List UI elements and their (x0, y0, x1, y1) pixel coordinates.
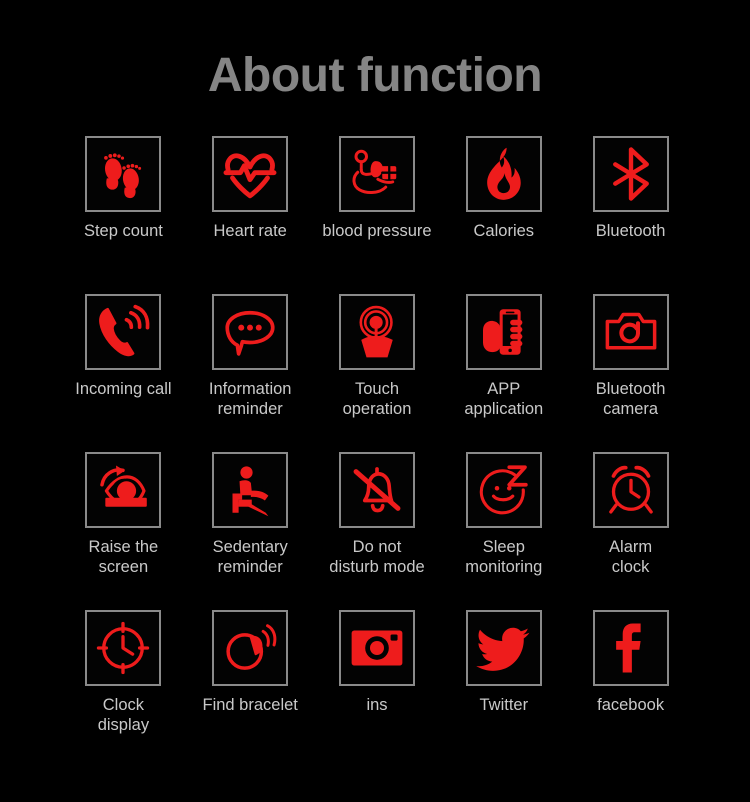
phone-ringing-icon (85, 294, 162, 370)
touch-hand-icon (338, 294, 415, 370)
hand-holding-phone-icon (465, 294, 542, 370)
instagram-icon (338, 610, 415, 686)
alarm-clock-icon (592, 452, 669, 528)
feature-label: Clock display (97, 696, 150, 735)
feature-item-bluetooth-camera[interactable]: Bluetooth camera (567, 294, 694, 446)
camera-icon (592, 294, 669, 370)
facebook-f-icon (592, 610, 669, 686)
bell-muted-icon (338, 452, 415, 528)
eye-rotate-icon (85, 452, 162, 528)
feature-item-calories[interactable]: Calories (440, 136, 567, 288)
feature-label: blood pressure (322, 222, 432, 240)
feature-label: Information reminder (208, 380, 292, 419)
feature-label: Bluetooth camera (595, 380, 666, 419)
feature-item-ins[interactable]: ins (314, 610, 441, 762)
feature-label: Sedentary reminder (212, 538, 288, 577)
feature-item-bluetooth[interactable]: Bluetooth (567, 136, 694, 288)
feature-label: Heart rate (213, 222, 287, 240)
flame-icon (465, 136, 542, 212)
feature-item-information-reminder[interactable]: Information reminder (187, 294, 314, 446)
feature-label: Incoming call (75, 380, 172, 398)
heart-pulse-icon (212, 136, 289, 212)
feature-label: Calories (473, 222, 535, 240)
feature-item-blood-pressure[interactable]: blood pressure (314, 136, 441, 288)
blood-pressure-monitor-icon (338, 136, 415, 212)
feature-label: Sleep monitoring (465, 538, 543, 577)
feature-item-facebook[interactable]: facebook (567, 610, 694, 762)
feature-label: Alarm clock (609, 538, 653, 577)
feature-label: Find bracelet (202, 696, 298, 714)
feature-item-touch-operation[interactable]: Touch operation (314, 294, 441, 446)
feature-item-incoming-call[interactable]: Incoming call (60, 294, 187, 446)
feature-item-sedentary-reminder[interactable]: Sedentary reminder (187, 452, 314, 604)
feature-item-clock-display[interactable]: Clock display (60, 610, 187, 762)
speech-bubble-icon (212, 294, 289, 370)
feature-label: Step count (83, 222, 163, 240)
clock-icon (85, 610, 162, 686)
feature-item-app-application[interactable]: APP application (440, 294, 567, 446)
feature-label: APP application (464, 380, 544, 419)
feature-item-step-count[interactable]: Step count (60, 136, 187, 288)
page-title: About function (207, 49, 543, 102)
feature-item-do-not-disturb-mode[interactable]: Do not disturb mode (314, 452, 441, 604)
feature-item-heart-rate[interactable]: Heart rate (187, 136, 314, 288)
sleeping-face-icon (465, 452, 542, 528)
footprints-icon (85, 136, 162, 212)
seated-person-icon (212, 452, 289, 528)
feature-label: Touch operation (342, 380, 412, 419)
feature-grid: Step count Heart rate blood pressure Cal… (0, 136, 750, 762)
feature-label: Do not disturb mode (329, 538, 425, 577)
feature-label: ins (366, 696, 388, 714)
feature-item-sleep-monitoring[interactable]: Sleep monitoring (440, 452, 567, 604)
feature-label: Twitter (479, 696, 529, 714)
feature-item-twitter[interactable]: Twitter (440, 610, 567, 762)
feature-item-find-bracelet[interactable]: Find bracelet (187, 610, 314, 762)
bluetooth-icon (592, 136, 669, 212)
feature-item-raise-the-screen[interactable]: Raise the screen (60, 452, 187, 604)
feature-label: Raise the screen (88, 538, 159, 577)
twitter-bird-icon (465, 610, 542, 686)
feature-label: facebook (597, 696, 665, 714)
feature-item-alarm-clock[interactable]: Alarm clock (567, 452, 694, 604)
bracelet-vibrate-icon (212, 610, 289, 686)
feature-label: Bluetooth (595, 222, 666, 240)
